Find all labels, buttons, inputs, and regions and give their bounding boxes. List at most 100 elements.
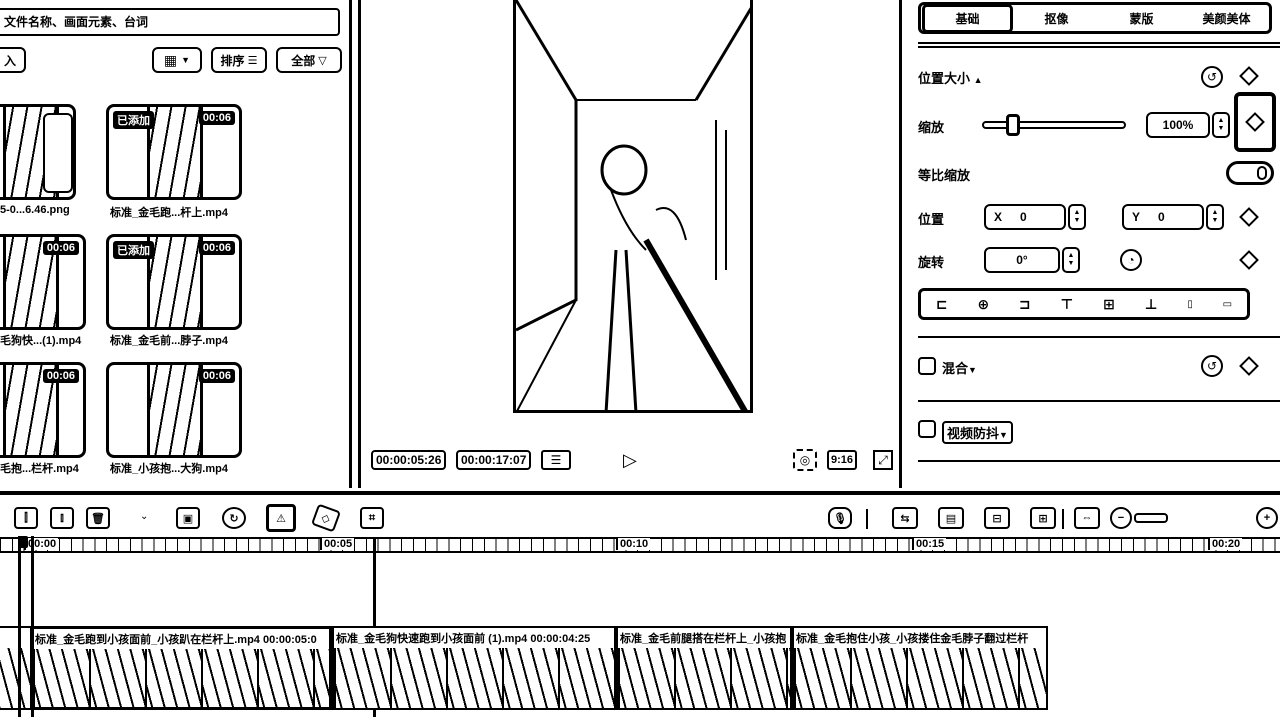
scale-input[interactable]: 100% [1146, 112, 1210, 138]
rotation-stepper[interactable]: ▲ ▼ [1062, 247, 1080, 273]
duration-badge: 00:06 [198, 241, 235, 255]
media-item[interactable] [0, 104, 76, 200]
media-item[interactable]: 00:06 [0, 234, 86, 330]
duration-badge: 00:06 [42, 369, 79, 383]
slider-handle[interactable] [1006, 114, 1020, 136]
timeline-clip[interactable]: 标准_金毛跑到小孩面前_小孩趴在栏杆上.mp4 00:00:05:0 [30, 626, 332, 710]
media-item[interactable]: 已添加 00:06 [106, 234, 242, 330]
split-icon[interactable]: ⫿ [14, 507, 38, 529]
align-bottom-icon[interactable]: ⊥ [1145, 296, 1158, 313]
filter-label: 全部 [291, 53, 316, 68]
divider [918, 460, 1280, 462]
import-button[interactable]: 入 [0, 47, 26, 73]
media-item[interactable]: 00:06 [0, 362, 86, 458]
ruler-tick: 00:20 [1208, 538, 1243, 550]
section-position-size[interactable]: 位置大小 ▲ [918, 68, 983, 87]
timeline-clip[interactable]: 标准_金毛抱住小孩_小孩搂住金毛脖子翻过栏杆 [792, 626, 1048, 710]
tab-mask[interactable]: 蒙版 [1099, 10, 1184, 27]
y-value: 0 [1158, 210, 1165, 224]
align-top-icon[interactable]: ⊤ [1061, 296, 1074, 313]
ruler-tick: 00:15 [912, 538, 947, 550]
zoom-in-icon[interactable]: + [1256, 507, 1278, 529]
freeze-icon[interactable]: ▣ [176, 507, 200, 529]
timeline-list-icon[interactable]: ☰ [541, 450, 571, 470]
screenshot-icon[interactable]: ◎ [793, 449, 817, 471]
blend-section[interactable]: 混合▼ [942, 358, 977, 377]
ruler-tick: 00:05 [320, 538, 355, 550]
scale-stepper[interactable]: ▲ ▼ [1212, 112, 1230, 138]
current-time: 00:00:05:26 [371, 450, 447, 470]
fit-width-icon[interactable]: ▯ [1187, 299, 1193, 310]
chevron-down-icon: ▼ [999, 430, 1008, 440]
fit-height-icon[interactable]: ▭ [1223, 299, 1232, 310]
view-mode-button[interactable]: ▦ ▼ [152, 47, 202, 73]
video-preview[interactable] [513, 0, 753, 413]
zoom-slider[interactable] [1134, 513, 1168, 523]
filmstrip-icon[interactable]: ▤ [938, 507, 964, 529]
more-icon[interactable]: ⌄ [140, 511, 148, 522]
added-badge: 已添加 [113, 241, 154, 259]
x-stepper[interactable]: ▲ ▼ [1068, 204, 1086, 230]
media-item[interactable]: 00:06 [106, 362, 242, 458]
align-left-icon[interactable]: ⊏ [936, 296, 948, 313]
media-item[interactable]: 已添加 00:06 [106, 104, 242, 200]
reset-icon[interactable]: ↺ [1201, 66, 1223, 88]
search-input[interactable]: 文件名称、画面元素、台词 [0, 8, 340, 36]
keyframe-icon[interactable] [1239, 207, 1259, 227]
y-input[interactable]: Y0 [1122, 204, 1204, 230]
scale-label: 缩放 [918, 120, 945, 135]
play-icon[interactable]: ▷ [623, 449, 637, 471]
scale-slider[interactable] [982, 121, 1126, 129]
main-track-link-icon[interactable]: ⇆ [892, 507, 918, 529]
align-center-h-icon[interactable]: ⊕ [977, 296, 989, 313]
fullscreen-icon[interactable]: ⤢ [873, 450, 893, 470]
clip-title: 标准_金毛狗快速跑到小孩面前 (1).mp4 00:00:04:25 [336, 633, 591, 645]
playhead[interactable] [18, 536, 34, 717]
uniform-scale-toggle[interactable] [1226, 161, 1274, 185]
y-label: Y [1132, 210, 1141, 224]
y-stepper[interactable]: ▲ ▼ [1206, 204, 1224, 230]
mirror-icon[interactable]: ⚠ [266, 504, 296, 532]
x-input[interactable]: X0 [984, 204, 1066, 230]
tab-basic[interactable]: 基础 [922, 3, 1013, 33]
tab-beauty[interactable]: 美颜美体 [1184, 10, 1269, 27]
preview-axis-icon[interactable]: ⊞ [1030, 507, 1056, 529]
blend-label: 混合 [942, 361, 969, 376]
keyframe-icon[interactable] [1239, 356, 1259, 376]
keyframe-icon[interactable] [1239, 250, 1259, 270]
link-icon[interactable]: ⊟ [984, 507, 1010, 529]
microphone-icon[interactable]: 🎙 [828, 507, 852, 529]
timeline-clip[interactable]: 标准_金毛前腿搭在栏杆上_小孩抱 [616, 626, 792, 710]
media-item-name: 标准_金毛前...脖子.mp4 [110, 335, 228, 347]
aspect-ratio-button[interactable]: 9:16 [827, 450, 858, 470]
divider [866, 509, 868, 529]
clip-title: 标准_金毛前腿搭在栏杆上_小孩抱 [620, 633, 787, 645]
fit-timeline-icon[interactable]: ⇔ [1074, 507, 1100, 529]
align-right-icon[interactable]: ⊐ [1019, 296, 1031, 313]
tab-cutout[interactable]: 抠像 [1014, 10, 1099, 27]
inspector-panel: 基础 抠像 蒙版 美颜美体 位置大小 ▲ ↺ 缩放 100% ▲ ▼ 等比缩放 位… [908, 0, 1280, 488]
zoom-out-icon[interactable]: − [1110, 507, 1132, 529]
chevron-down-icon: ▼ [181, 55, 191, 65]
filter-all-button[interactable]: 全部 ▽ [276, 47, 342, 73]
playhead-handle[interactable] [18, 536, 28, 548]
reverse-icon[interactable]: ↻ [222, 507, 246, 529]
blend-checkbox[interactable] [918, 357, 936, 375]
keyframe-icon[interactable] [1239, 66, 1259, 86]
delete-icon[interactable]: 🗑 [86, 507, 110, 529]
filter-icon: ▽ [318, 54, 327, 67]
reset-icon[interactable]: ↺ [1201, 355, 1223, 377]
scale-keyframe-button[interactable] [1234, 92, 1276, 152]
divider [918, 42, 1280, 48]
stabilize-checkbox[interactable] [918, 420, 936, 438]
align-center-v-icon[interactable]: ⊞ [1103, 296, 1115, 313]
rotation-input[interactable]: 0° [984, 247, 1060, 273]
ruler-tick: 00:10 [616, 538, 651, 550]
rotate-icon[interactable]: ◇ [310, 503, 342, 533]
rotate-icon[interactable]: ◔ [1120, 249, 1142, 271]
sort-button[interactable]: 排序 ☰ [211, 47, 267, 73]
crop-icon[interactable]: ⌗ [360, 507, 384, 529]
timeline-clip[interactable]: 标准_金毛狗快速跑到小孩面前 (1).mp4 00:00:04:25 [332, 626, 616, 710]
stabilize-section[interactable]: 视频防抖▼ [942, 421, 1013, 444]
split-right-icon[interactable]: ⫾ [50, 507, 74, 529]
